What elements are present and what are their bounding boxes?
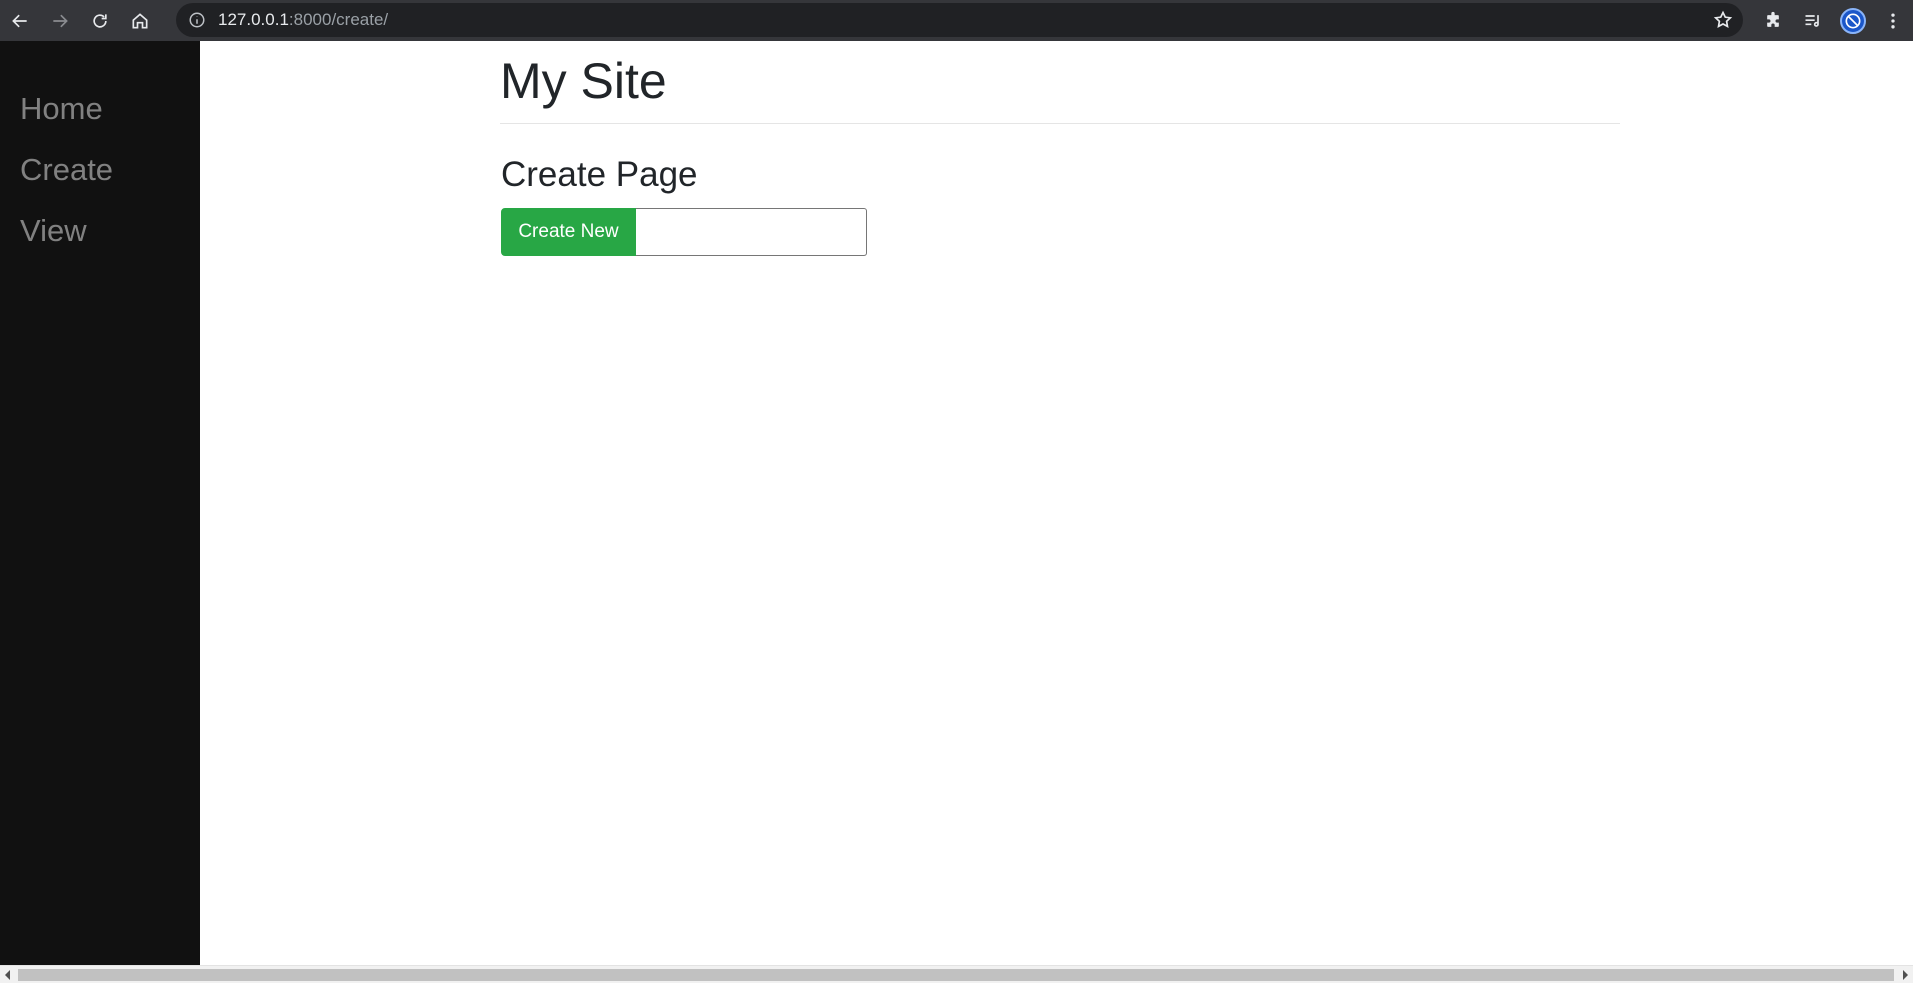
scroll-left-arrow-icon[interactable]	[5, 970, 10, 980]
profile-avatar-icon[interactable]	[1833, 0, 1873, 41]
address-bar[interactable]: 127.0.0.1:8000/create/	[176, 3, 1743, 37]
reload-icon[interactable]	[80, 0, 120, 41]
sidebar-item-home[interactable]: Home	[0, 78, 200, 139]
browser-toolbar: 127.0.0.1:8000/create/	[0, 0, 1913, 41]
page-title: Create Page	[501, 155, 698, 194]
sidebar: Home Create View	[0, 41, 200, 965]
horizontal-scrollbar[interactable]	[0, 965, 1913, 983]
content-container: My Site Create Page Create New	[500, 41, 1620, 256]
create-new-button[interactable]: Create New	[501, 208, 636, 256]
home-icon[interactable]	[120, 0, 160, 41]
scroll-right-arrow-icon[interactable]	[1903, 970, 1908, 980]
scrollbar-thumb[interactable]	[18, 969, 1894, 981]
create-form: Create New	[501, 208, 1620, 256]
back-arrow-icon[interactable]	[0, 0, 40, 41]
site-title: My Site	[500, 53, 667, 109]
info-icon[interactable]	[188, 11, 206, 29]
star-icon[interactable]	[1713, 10, 1733, 30]
main-content: My Site Create Page Create New	[200, 41, 1913, 965]
url-host: 127.0.0.1	[218, 10, 289, 29]
more-menu-icon[interactable]	[1873, 0, 1913, 41]
divider	[500, 123, 1620, 124]
sidebar-item-create[interactable]: Create	[0, 139, 200, 200]
url-path: :8000/create/	[288, 10, 389, 29]
forward-arrow-icon[interactable]	[40, 0, 80, 41]
media-queue-icon[interactable]	[1793, 0, 1833, 41]
extensions-icon[interactable]	[1753, 0, 1793, 41]
page-name-input[interactable]	[636, 208, 867, 256]
sidebar-item-view[interactable]: View	[0, 200, 200, 261]
